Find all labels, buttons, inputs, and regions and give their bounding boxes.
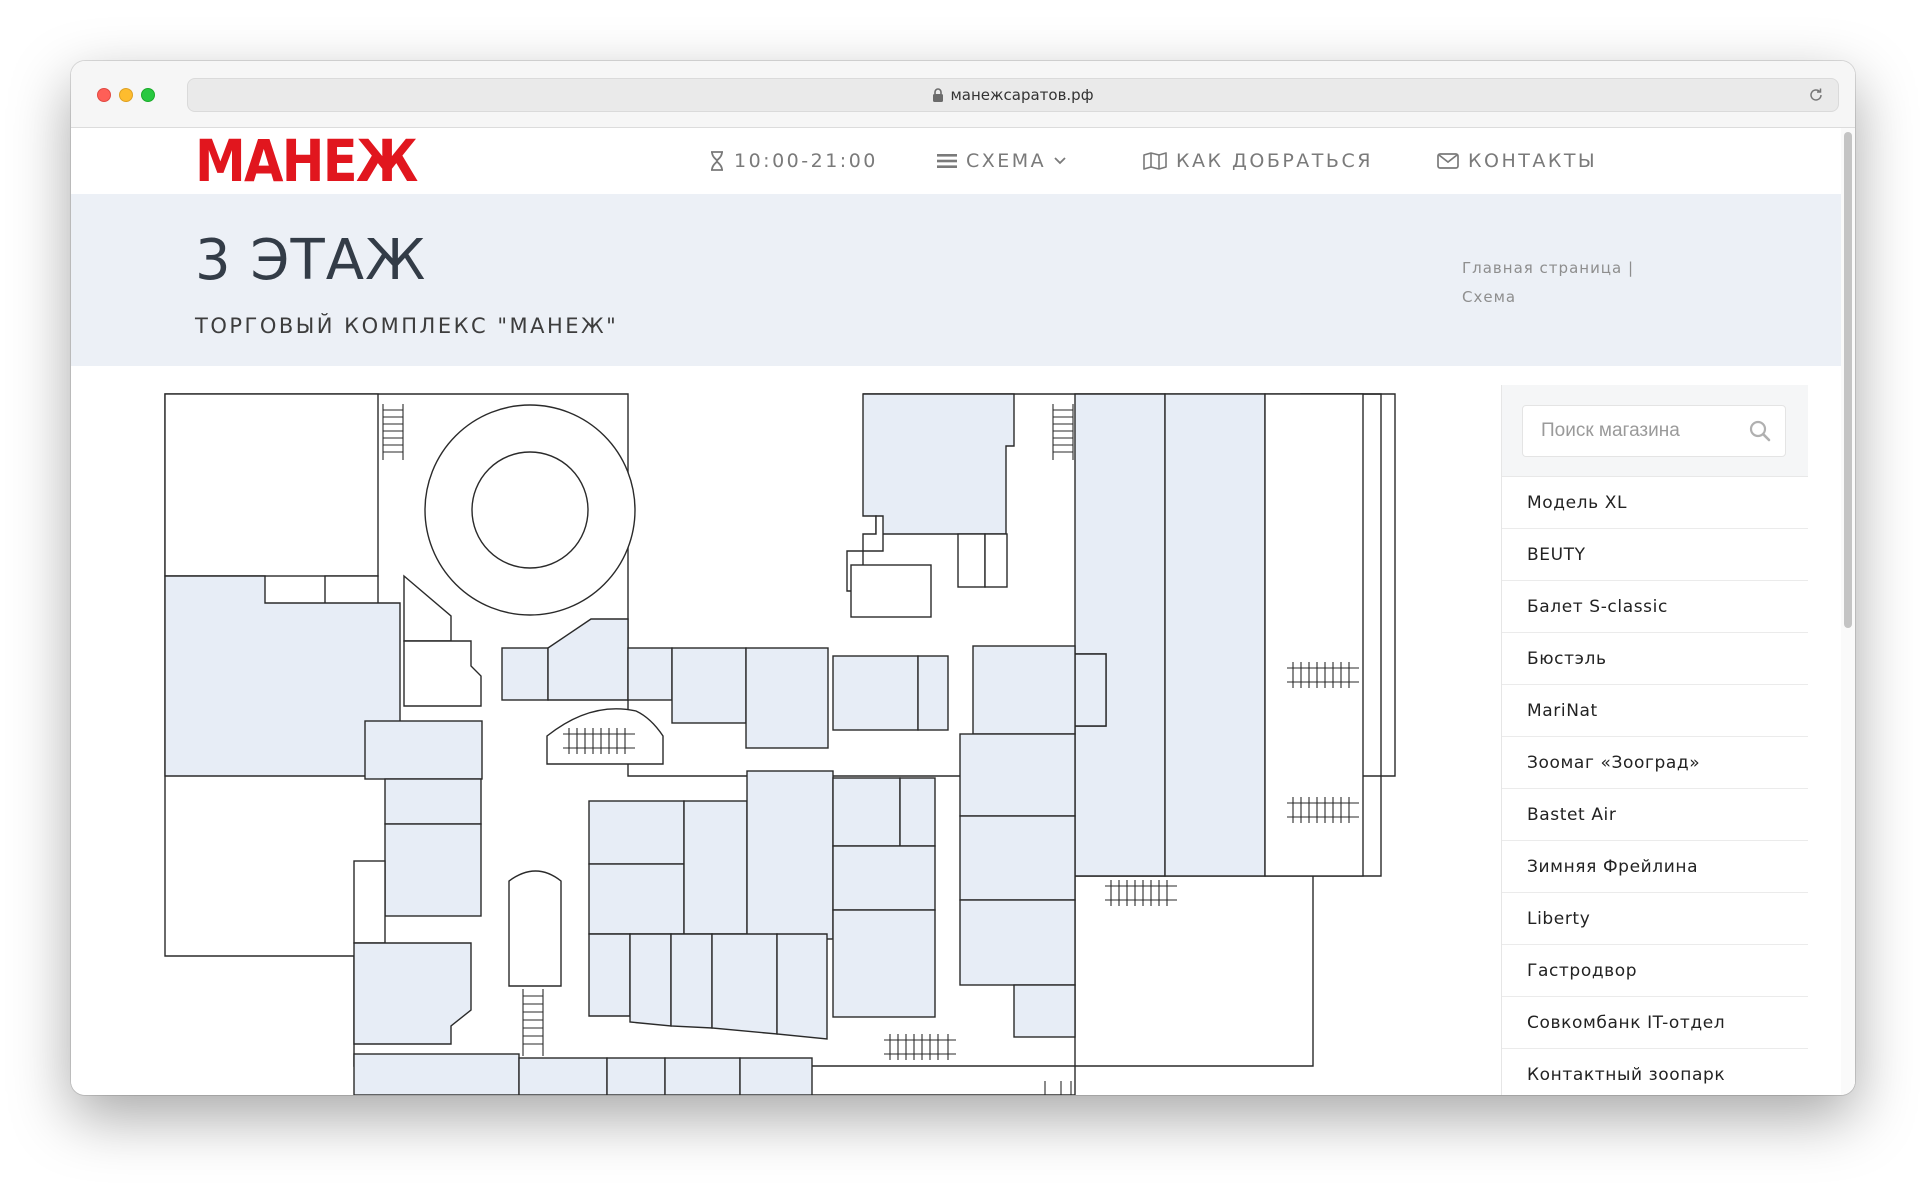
hourglass-icon [711,151,723,171]
store-search-input[interactable] [1522,405,1786,457]
store-unit[interactable] [664,1057,741,1095]
store-list: Модель XL BEUTY Балет S-classic Бюстэль … [1502,477,1808,1095]
browser-titlebar: манежсаратов.рф [71,61,1855,128]
nav-contacts[interactable]: КОНТАКТЫ [1437,128,1597,194]
store-unit[interactable] [501,647,549,701]
nav-hours: 10:00-21:00 [709,128,878,194]
store-unit[interactable] [745,647,829,749]
reload-icon[interactable] [1808,87,1824,103]
store-unit[interactable] [711,933,778,1035]
store-unit[interactable] [959,815,1076,901]
store-unit[interactable] [588,863,685,935]
store-list-item[interactable]: Bastet Air [1502,789,1808,841]
nav-scheme-label: СХЕМА [966,150,1047,172]
close-window-button[interactable] [97,88,111,102]
store-unit[interactable] [1074,653,1107,727]
store-unit[interactable] [850,564,932,618]
store-unit[interactable] [588,800,685,865]
store-unit[interactable] [606,1057,666,1095]
store-list-item[interactable]: Совкомбанк IT-отдел [1502,997,1808,1049]
page-header: 3 ЭТАЖ ТОРГОВЫЙ КОМПЛЕКС "МАНЕЖ" Главная… [71,194,1855,366]
floor-plan-map[interactable] [71,366,1511,1095]
store-unit[interactable] [164,393,379,577]
address-bar[interactable]: манежсаратов.рф [187,78,1839,112]
store-unit[interactable] [1074,393,1166,877]
site-logo[interactable]: МАНЕЖ [195,130,418,192]
page-scrollbar-thumb[interactable] [1844,132,1852,628]
page-title: 3 ЭТАЖ [195,228,427,293]
store-unit[interactable] [972,645,1076,735]
stairs [1044,1081,1072,1095]
search-icon[interactable] [1749,420,1771,442]
browser-window: манежсаратов.рф МАНЕЖ 10:00-21:00 СХЕМА … [71,61,1855,1095]
store-unit[interactable] [917,655,949,731]
url-text: манежсаратов.рф [950,86,1094,104]
store-search-area [1502,385,1808,477]
store-unit[interactable] [588,933,631,1017]
store-unit[interactable] [1164,393,1266,877]
breadcrumb-separator: | [1628,259,1635,277]
nav-route[interactable]: КАК ДОБРАТЬСЯ [1143,128,1373,194]
store-unit[interactable] [683,800,748,935]
store-unit[interactable] [670,933,713,1029]
store-list-item[interactable]: Зимняя Фрейлина [1502,841,1808,893]
lock-icon [933,88,944,102]
store-unit[interactable] [959,899,1076,986]
breadcrumb-current-link[interactable]: Схема [1462,288,1516,306]
nav-route-label: КАК ДОБРАТЬСЯ [1176,150,1373,172]
store-unit[interactable] [629,933,672,1027]
store-list-item[interactable]: BEUTY [1502,529,1808,581]
store-list-item[interactable]: Контактный зоопарк [1502,1049,1808,1095]
store-list-item[interactable]: Бюстэль [1502,633,1808,685]
store-unit[interactable] [739,1057,813,1095]
stairs [1052,404,1074,460]
page-viewport: МАНЕЖ 10:00-21:00 СХЕМА КАК ДОБРАТЬСЯ КО… [71,128,1855,1095]
store-unit[interactable] [746,770,834,940]
breadcrumb: Главная страница | Схема [1462,254,1682,312]
store-unit[interactable] [384,778,482,825]
store-unit[interactable] [353,860,386,944]
store-list-item[interactable]: Гастродвор [1502,945,1808,997]
breadcrumb-home-link[interactable]: Главная страница [1462,259,1622,277]
store-unit[interactable] [832,655,919,731]
store-unit[interactable] [384,823,482,917]
page-subtitle: ТОРГОВЫЙ КОМПЛЕКС "МАНЕЖ" [195,314,619,338]
nav-hours-label: 10:00-21:00 [734,150,878,172]
store-list-item[interactable]: Балет S-classic [1502,581,1808,633]
store-list-item[interactable]: MariNat [1502,685,1808,737]
store-unit[interactable] [832,909,936,1018]
store-unit[interactable] [899,777,936,847]
store-unit[interactable] [776,933,828,1040]
site-navbar: МАНЕЖ 10:00-21:00 СХЕМА КАК ДОБРАТЬСЯ КО… [71,128,1855,194]
store-unit[interactable] [832,845,936,911]
store-list-item[interactable]: Liberty [1502,893,1808,945]
atrium-inner-ring [471,451,589,569]
store-sidebar: Модель XL BEUTY Балет S-classic Бюстэль … [1501,385,1808,1095]
store-unit[interactable] [1264,393,1364,877]
store-list-item[interactable]: Модель XL [1502,477,1808,529]
store-unit[interactable] [984,533,1008,588]
store-unit[interactable] [959,733,1076,817]
menu-icon [937,154,957,168]
store-unit[interactable] [403,640,482,707]
nav-scheme[interactable]: СХЕМА [937,128,1066,194]
store-unit[interactable] [862,393,1015,535]
nav-contacts-label: КОНТАКТЫ [1468,150,1598,172]
store-list-item[interactable]: Зоомаг «Зооград» [1502,737,1808,789]
escalator-hall [508,870,562,987]
store-unit[interactable] [364,720,483,780]
store-unit[interactable] [832,777,901,847]
store-unit[interactable] [353,1053,520,1095]
store-unit[interactable] [957,533,986,588]
map-icon [1143,152,1167,170]
store-unit[interactable] [671,647,747,724]
store-unit[interactable] [518,1057,608,1095]
store-unit[interactable] [1013,984,1076,1038]
minimize-window-button[interactable] [119,88,133,102]
maximize-window-button[interactable] [141,88,155,102]
chevron-down-icon [1054,157,1066,165]
envelope-icon [1437,153,1459,169]
store-unit[interactable] [627,647,673,701]
